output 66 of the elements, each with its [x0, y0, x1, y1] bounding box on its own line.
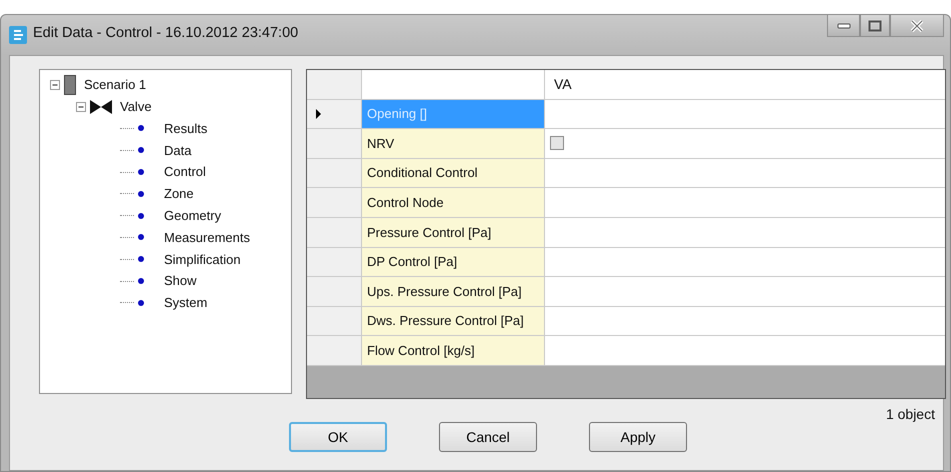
value-cell[interactable]: [545, 277, 945, 307]
row-header[interactable]: [307, 277, 362, 307]
close-button[interactable]: [890, 15, 944, 37]
bullet-icon: [138, 190, 144, 197]
row-header[interactable]: [307, 188, 362, 218]
row-header[interactable]: [307, 336, 362, 366]
value-cell[interactable]: [545, 129, 945, 159]
row-header[interactable]: [307, 248, 362, 278]
property-name-cell[interactable]: DP Control [Pa]: [362, 248, 545, 278]
row-header[interactable]: [307, 129, 362, 159]
tree-item[interactable]: Zone: [164, 184, 194, 204]
property-name-cell[interactable]: NRV: [362, 129, 545, 159]
column-header[interactable]: VA: [545, 70, 945, 100]
bullet-icon: [138, 300, 144, 306]
window-title: Edit Data - Control - 16.10.2012 23:47:00: [33, 24, 298, 44]
row-header[interactable]: [307, 306, 362, 336]
bullet-icon: [138, 147, 144, 154]
collapse-toggle[interactable]: [76, 102, 86, 112]
value-cell[interactable]: [545, 218, 945, 248]
bullet-icon: [138, 212, 144, 219]
property-name-cell[interactable]: Pressure Control [Pa]: [362, 218, 545, 248]
dialog-button[interactable]: Apply: [589, 422, 687, 452]
current-row-icon: [316, 108, 321, 119]
row-header[interactable]: [307, 218, 362, 248]
close-icon: [910, 20, 924, 32]
collapse-toggle[interactable]: [50, 80, 60, 90]
property-name-cell[interactable]: Dws. Pressure Control [Pa]: [362, 306, 545, 336]
minimize-icon: [836, 22, 850, 30]
property-name-cell[interactable]: Ups. Pressure Control [Pa]: [362, 277, 545, 307]
dialog-button[interactable]: OK: [289, 422, 387, 452]
tree-item[interactable]: Geometry: [164, 206, 222, 226]
block-icon: [64, 74, 76, 95]
tree-item[interactable]: System: [164, 293, 208, 313]
tree-item[interactable]: Valve: [120, 96, 152, 116]
value-cell[interactable]: [545, 188, 945, 218]
tree-item[interactable]: Scenario 1: [84, 75, 146, 95]
value-cell[interactable]: [545, 306, 945, 336]
tree-item[interactable]: Data: [164, 140, 192, 160]
corner-header: [307, 70, 362, 100]
valve-icon: [90, 100, 112, 114]
dialog-button[interactable]: Cancel: [439, 422, 537, 452]
bullet-icon: [138, 278, 144, 284]
property-name-cell[interactable]: Flow Control [kg/s]: [362, 336, 545, 366]
property-name-cell[interactable]: Conditional Control: [362, 158, 545, 188]
status-text: 1 object: [886, 405, 935, 424]
tree-item[interactable]: Measurements: [164, 228, 250, 248]
tree-item[interactable]: Simplification: [164, 250, 241, 270]
value-cell[interactable]: [545, 158, 945, 188]
tree-item[interactable]: Show: [164, 271, 197, 291]
checkbox[interactable]: [550, 136, 564, 150]
value-cell[interactable]: [545, 248, 945, 278]
row-header[interactable]: [307, 158, 362, 188]
bullet-icon: [138, 169, 144, 176]
row-header[interactable]: [307, 100, 362, 130]
app-icon: [9, 26, 27, 44]
minimize-button[interactable]: [827, 15, 860, 37]
tree-item[interactable]: Results: [164, 118, 208, 138]
maximize-button[interactable]: [860, 15, 890, 37]
bullet-icon: [138, 234, 144, 240]
bullet-icon: [138, 125, 144, 132]
bullet-icon: [138, 256, 144, 262]
value-cell[interactable]: [545, 100, 945, 130]
value-cell[interactable]: [545, 336, 945, 366]
maximize-icon: [868, 20, 882, 32]
property-name-cell[interactable]: Control Node: [362, 188, 545, 218]
tree-item[interactable]: Control: [164, 162, 206, 182]
